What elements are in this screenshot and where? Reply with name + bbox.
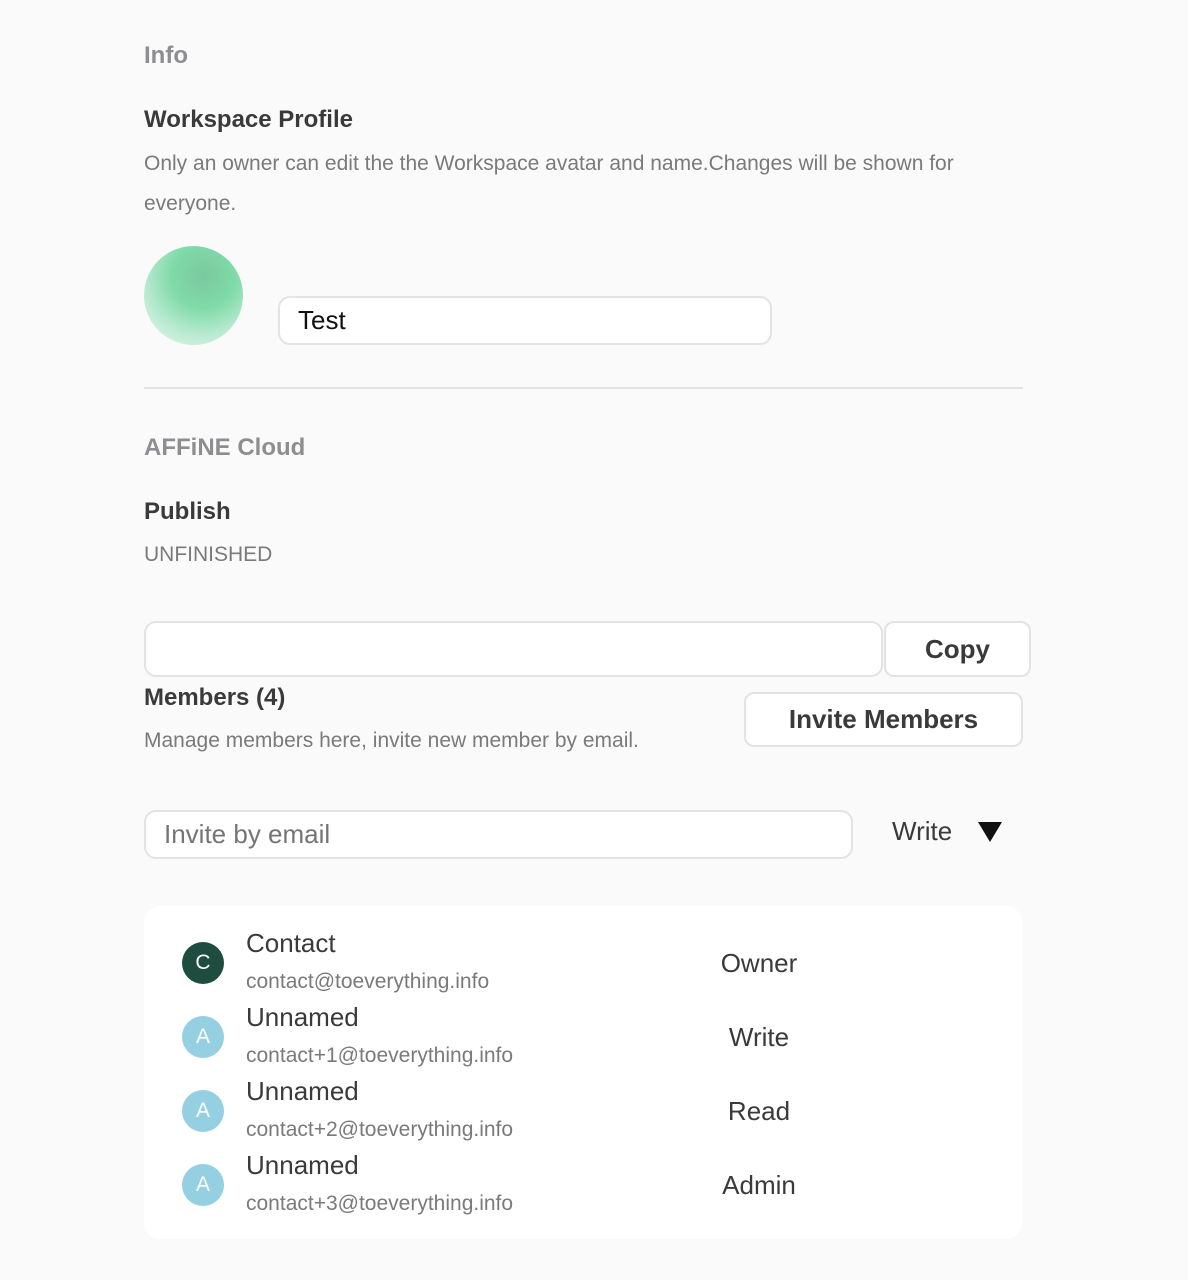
permission-select[interactable]: Write: [892, 816, 1003, 847]
workspace-avatar[interactable]: [144, 246, 243, 345]
publish-link-input[interactable]: [144, 621, 883, 677]
workspace-profile-description: Only an owner can edit the the Workspace…: [144, 152, 954, 215]
member-avatar: A: [182, 1016, 224, 1058]
member-name: Contact: [246, 928, 336, 958]
members-description: Manage members here, invite new member b…: [144, 729, 639, 752]
member-row: C Contact contact@toeverything.info Owne…: [144, 926, 1022, 1000]
invite-members-button[interactable]: Invite Members: [744, 692, 1023, 747]
member-email: contact+3@toeverything.info: [246, 1192, 514, 1215]
member-email: contact+2@toeverything.info: [246, 1118, 514, 1141]
publish-status: UNFINISHED: [144, 543, 273, 566]
permission-selected-label: Write: [892, 816, 953, 846]
member-name: Unnamed: [246, 1002, 359, 1032]
member-role[interactable]: Read: [704, 1096, 814, 1127]
member-role[interactable]: Admin: [704, 1170, 814, 1201]
publish-title: Publish: [144, 498, 231, 525]
workspace-profile-title: Workspace Profile: [144, 106, 353, 133]
member-role[interactable]: Write: [704, 1022, 814, 1053]
invite-email-input[interactable]: [144, 810, 853, 859]
copy-button[interactable]: Copy: [884, 621, 1031, 677]
member-email: contact+1@toeverything.info: [246, 1044, 514, 1067]
divider: [144, 387, 1023, 389]
member-email: contact@toeverything.info: [246, 970, 490, 993]
member-row: A Unnamed contact+3@toeverything.info Ad…: [144, 1148, 1022, 1222]
member-name: Unnamed: [246, 1150, 359, 1180]
member-role[interactable]: Owner: [704, 948, 814, 979]
members-list: C Contact contact@toeverything.info Owne…: [144, 906, 1022, 1239]
member-avatar: C: [182, 942, 224, 984]
cloud-section-title: AFFiNE Cloud: [144, 434, 306, 461]
triangle-down-icon: [978, 821, 1003, 842]
member-name: Unnamed: [246, 1076, 359, 1106]
member-row: A Unnamed contact+2@toeverything.info Re…: [144, 1074, 1022, 1148]
member-avatar: A: [182, 1090, 224, 1132]
member-avatar: A: [182, 1164, 224, 1206]
members-title: Members (4): [144, 684, 286, 711]
member-row: A Unnamed contact+1@toeverything.info Wr…: [144, 1000, 1022, 1074]
info-section-title: Info: [144, 42, 188, 69]
workspace-name-input[interactable]: [278, 296, 772, 345]
